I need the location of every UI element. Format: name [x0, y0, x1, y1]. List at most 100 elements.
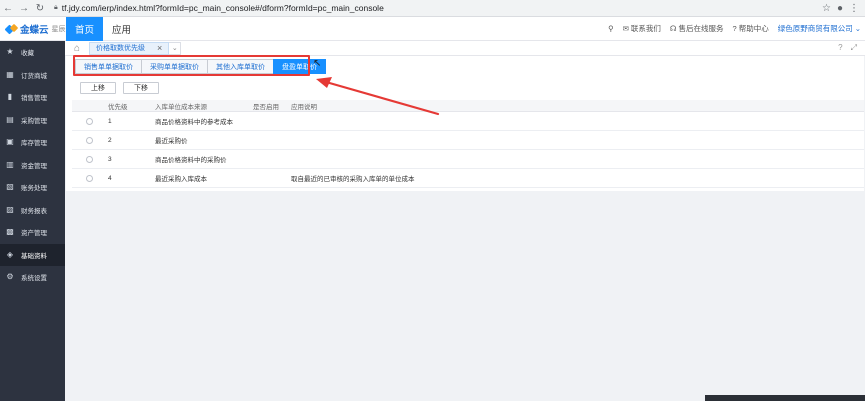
mouse-cursor-icon: ↖ [313, 58, 322, 69]
sidebar-item-label: 销售管理 [21, 95, 47, 103]
priority-table: 优先级 入库单位成本来源 是否启用 应用说明 1 商品价格资料中的参考成本 2 … [72, 100, 864, 188]
help-label: 帮助中心 [738, 24, 769, 33]
table-row[interactable]: 1 商品价格资料中的参考成本 [72, 112, 864, 131]
source-column-header: 入库单位成本来源 [155, 103, 207, 111]
layers-icon: ◈ [6, 249, 14, 259]
chevron-down-icon[interactable]: ⌄ [169, 41, 182, 55]
inventory-icon: ▣ [6, 137, 14, 147]
move-down-button[interactable]: 下移 [123, 82, 159, 94]
logo[interactable]: 金蝶云 星辰 [0, 17, 66, 41]
sidebar-item-assets[interactable]: ▩ 资产管理 [0, 221, 65, 244]
service-label: 售后在线服务 [678, 24, 724, 33]
sidebar-item-settings[interactable]: ⚙ 系统设置 [0, 266, 65, 289]
wallet-icon: ▥ [6, 159, 14, 169]
sidebar-item-accounting[interactable]: ▧ 账务处理 [0, 176, 65, 199]
sub-tab-purchase-price[interactable]: 采购单单据取价 [141, 59, 208, 74]
address-bar[interactable]: 🔒︎ tf.jdy.com/ierp/index.html?formId=pc_… [54, 2, 816, 15]
company-switcher[interactable]: 绿色原野商贸有限公司 ⌄ [778, 23, 861, 34]
fullscreen-icon[interactable]: ⤢ [851, 43, 857, 53]
table-header: 优先级 入库单位成本来源 是否启用 应用说明 [72, 100, 864, 112]
priority-column-header: 优先级 [108, 103, 128, 111]
help-icon: ? [732, 24, 737, 33]
sidebar: ★ 收藏 ▦ 订货商城 ▮ 销售管理 ▤ 采购管理 ▣ 库存管理 ▥ 资金管理 … [0, 41, 65, 401]
table-row[interactable]: 3 商品价格资料中的采购价 [72, 150, 864, 169]
description-cell: 取自最近的已审核的采购入库单的单位成本 [291, 176, 415, 183]
sidebar-item-funds[interactable]: ▥ 资金管理 [0, 154, 65, 177]
sidebar-item-purchase[interactable]: ▤ 采购管理 [0, 109, 65, 132]
sidebar-item-label: 资金管理 [21, 162, 47, 170]
sidebar-item-sales[interactable]: ▮ 销售管理 [0, 86, 65, 109]
priority-cell: 4 [108, 174, 112, 182]
sidebar-item-label: 基础资料 [21, 252, 47, 260]
gear-icon: ⚙ [6, 272, 14, 282]
browser-menu-icon[interactable]: ⋮ [849, 3, 859, 14]
contact-label: 联系我们 [630, 24, 661, 33]
sidebar-item-label: 库存管理 [21, 140, 47, 148]
logo-subtext: 星辰 [51, 25, 66, 33]
profile-icon[interactable]: ● [837, 3, 843, 14]
sidebar-item-favorites[interactable]: ★ 收藏 [0, 41, 65, 64]
row-radio[interactable] [85, 136, 93, 144]
logo-mark-icon [6, 24, 18, 34]
enabled-column-header: 是否启用 [253, 103, 279, 111]
app-header: 金蝶云 星辰 首页 应用 ⚲ ✉ 联系我们 ☊ 售后在线服务 ? 帮助中心 绿色… [0, 16, 865, 41]
priority-cell: 3 [108, 155, 112, 163]
search-icon[interactable]: ⚲ [608, 24, 614, 33]
top-tab-apps[interactable]: 应用 [103, 17, 140, 41]
asset-icon: ▩ [6, 227, 14, 237]
sidebar-item-inventory[interactable]: ▣ 库存管理 [0, 131, 65, 154]
page-tab-strip: ⌂ 价格取数优先级 × ⌄ ? ⤢ [65, 41, 865, 56]
mall-icon: ▦ [6, 69, 14, 79]
help-circle-icon[interactable]: ? [838, 43, 842, 53]
sidebar-item-mall[interactable]: ▦ 订货商城 [0, 64, 65, 87]
move-up-button[interactable]: 上移 [80, 82, 116, 94]
sidebar-item-label: 采购管理 [21, 117, 47, 125]
priority-cell: 2 [108, 136, 112, 144]
sub-tab-bar: 销售单单据取价 采购单单据取价 其他入库单取价 盘盈单取价 [75, 59, 326, 74]
sidebar-item-reports[interactable]: ▨ 财务报表 [0, 199, 65, 222]
star-icon: ★ [6, 47, 14, 57]
priority-cell: 1 [108, 117, 112, 125]
sidebar-item-label: 订货商城 [21, 72, 47, 80]
content-panel: 销售单单据取价 采购单单据取价 其他入库单取价 盘盈单取价 上移 下移 优先级 … [66, 56, 864, 191]
source-cell: 最近采购价 [155, 138, 188, 145]
top-tab-home[interactable]: 首页 [66, 16, 104, 41]
description-column-header: 应用说明 [291, 103, 317, 111]
reload-icon[interactable]: ↻ [32, 0, 48, 16]
bookmark-star-icon[interactable]: ☆ [822, 3, 831, 14]
mail-icon: ✉ [622, 24, 629, 33]
report-icon: ▨ [6, 204, 14, 214]
purchase-icon: ▤ [6, 114, 14, 124]
sidebar-item-label: 系统设置 [21, 275, 47, 283]
source-cell: 商品价格资料中的采购价 [155, 157, 227, 164]
row-radio[interactable] [85, 155, 93, 163]
sidebar-item-basic-data[interactable]: ◈ 基础资料 [0, 243, 65, 266]
help-link[interactable]: ? 帮助中心 [733, 23, 769, 34]
service-link[interactable]: ☊ 售后在线服务 [670, 23, 724, 34]
action-toolbar: 上移 下移 [80, 82, 159, 94]
source-cell: 商品价格资料中的参考成本 [155, 119, 233, 126]
row-radio[interactable] [85, 117, 93, 125]
sub-tab-sales-price[interactable]: 销售单单据取价 [75, 59, 142, 74]
url-text: tf.jdy.com/ierp/index.html?formId=pc_mai… [61, 3, 384, 13]
table-row[interactable]: 2 最近采购价 [72, 131, 864, 150]
chevron-down-icon: ⌄ [854, 24, 861, 33]
forward-icon[interactable]: → [16, 0, 32, 16]
sidebar-item-label: 财务报表 [21, 207, 47, 215]
lock-icon: 🔒︎ [54, 4, 58, 11]
close-icon[interactable]: × [157, 43, 162, 53]
back-icon[interactable]: ← [0, 0, 16, 16]
contact-link[interactable]: ✉ 联系我们 [623, 23, 661, 34]
page-tab-label: 价格取数优先级 [96, 45, 145, 52]
row-radio[interactable] [85, 174, 93, 182]
taskbar-corner [705, 395, 865, 401]
home-icon[interactable]: ⌂ [65, 41, 89, 56]
sidebar-item-label: 资产管理 [21, 230, 47, 238]
sub-tab-other-inbound-price[interactable]: 其他入库单取价 [207, 59, 274, 74]
source-cell: 最近采购入库成本 [155, 176, 207, 183]
company-label: 绿色原野商贸有限公司 [777, 24, 853, 33]
page-tab-price-priority[interactable]: 价格取数优先级 × [89, 41, 170, 55]
table-row[interactable]: 4 最近采购入库成本 取自最近的已审核的采购入库单的单位成本 [72, 169, 864, 188]
logo-text: 金蝶云 [20, 24, 49, 36]
bar-chart-icon: ▮ [7, 92, 13, 102]
